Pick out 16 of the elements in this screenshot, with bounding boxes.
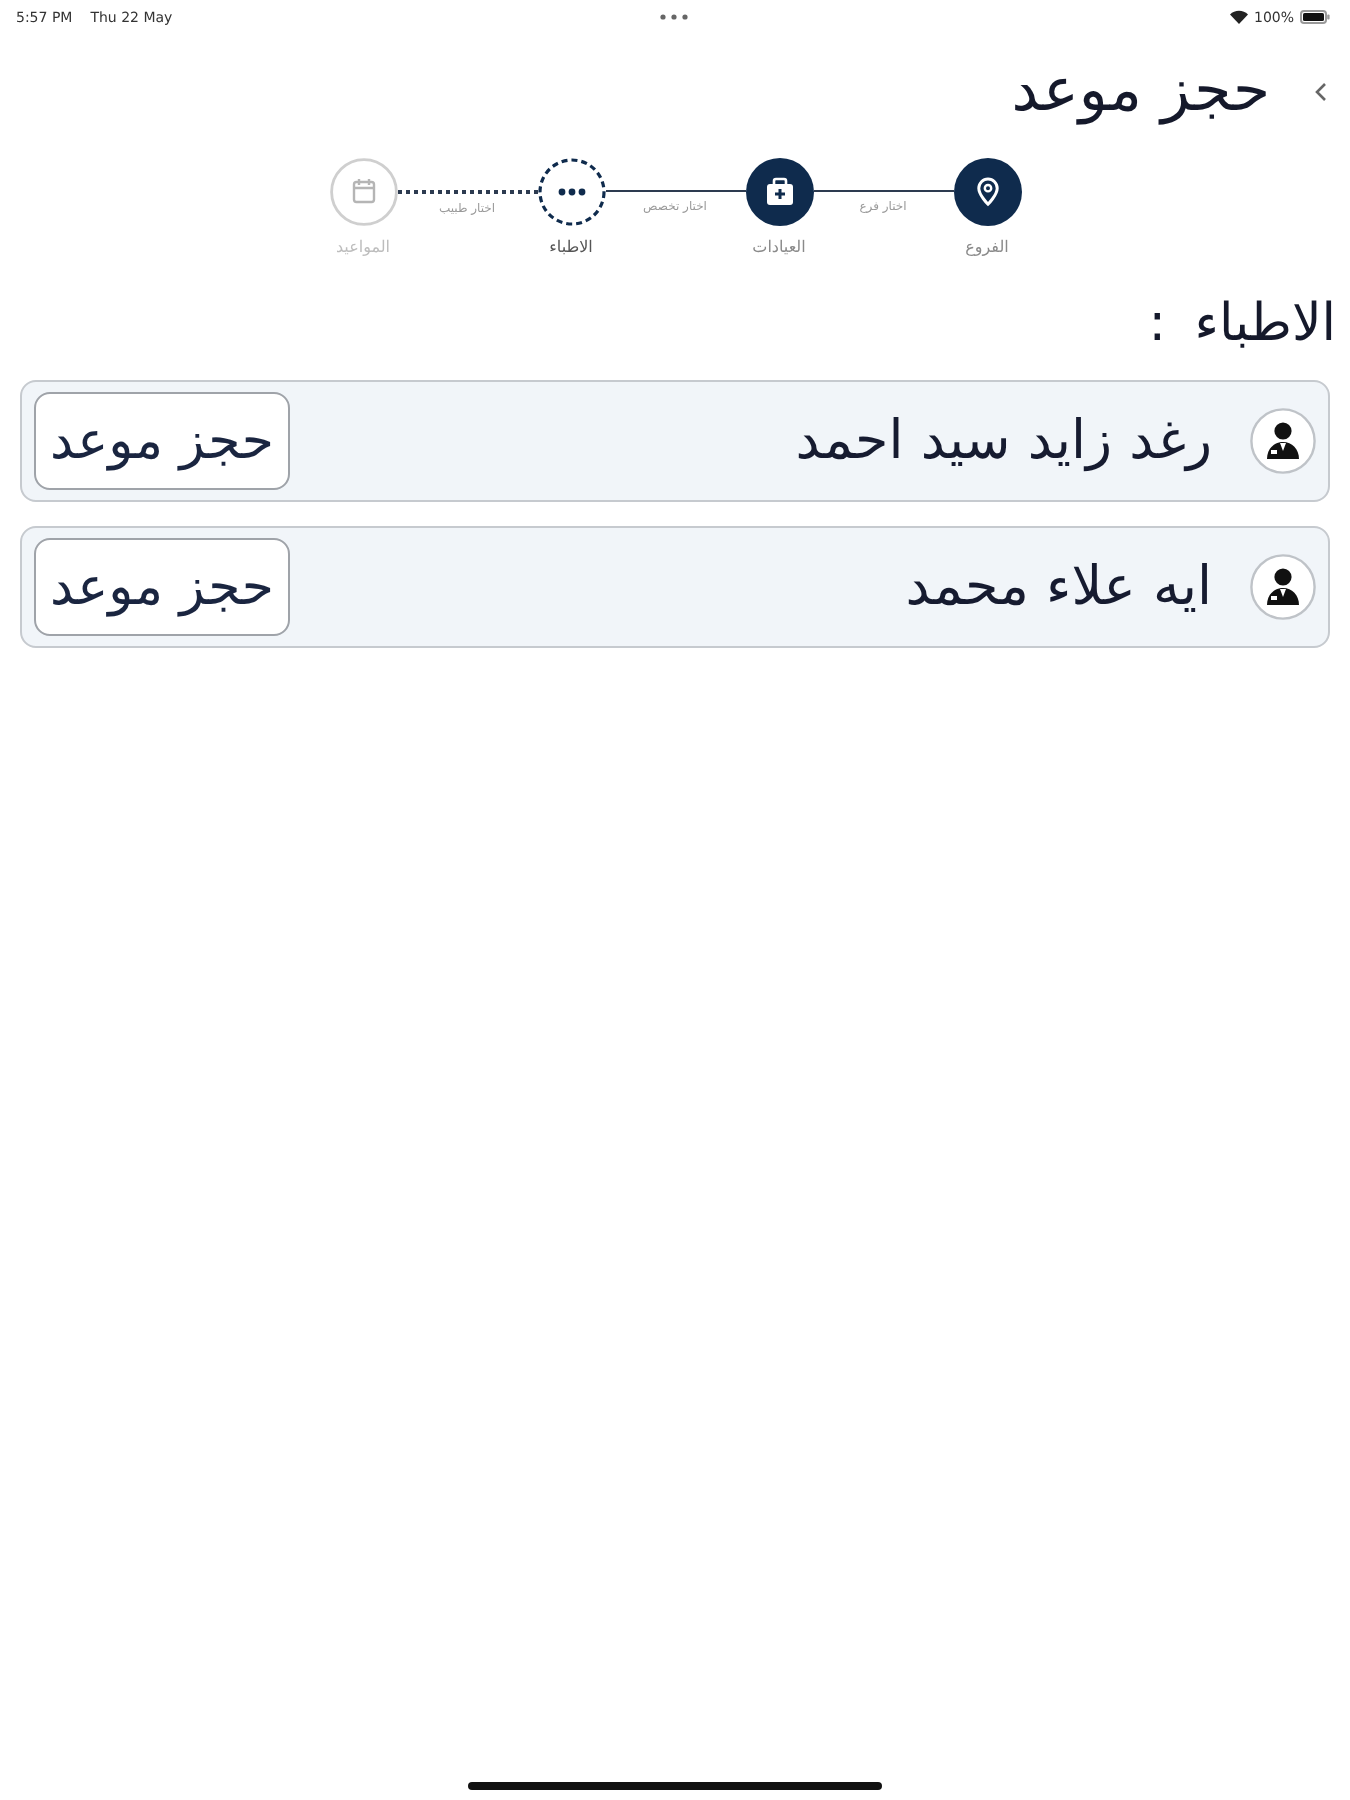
back-icon[interactable]	[1314, 82, 1328, 102]
person-icon	[1250, 408, 1316, 474]
step-label: العيادات	[752, 236, 806, 258]
step-label: الاطباء	[549, 236, 593, 258]
book-appointment-button[interactable]: حجز موعد	[34, 538, 290, 636]
doctor-name: ايه علاء محمد	[905, 553, 1212, 621]
battery-icon	[1300, 10, 1330, 24]
step-label: الفروع	[965, 236, 1009, 258]
doctor-name: رغد زايد سيد احمد	[795, 407, 1212, 475]
section-title: الاطباء :	[1148, 292, 1336, 356]
page-title: حجز موعد	[1011, 54, 1270, 130]
wifi-icon	[1229, 10, 1248, 24]
book-appointment-button[interactable]: حجز موعد	[34, 392, 290, 490]
ellipsis-icon	[659, 14, 687, 20]
person-icon	[1250, 554, 1316, 620]
step-label: المواعيد	[335, 236, 391, 258]
